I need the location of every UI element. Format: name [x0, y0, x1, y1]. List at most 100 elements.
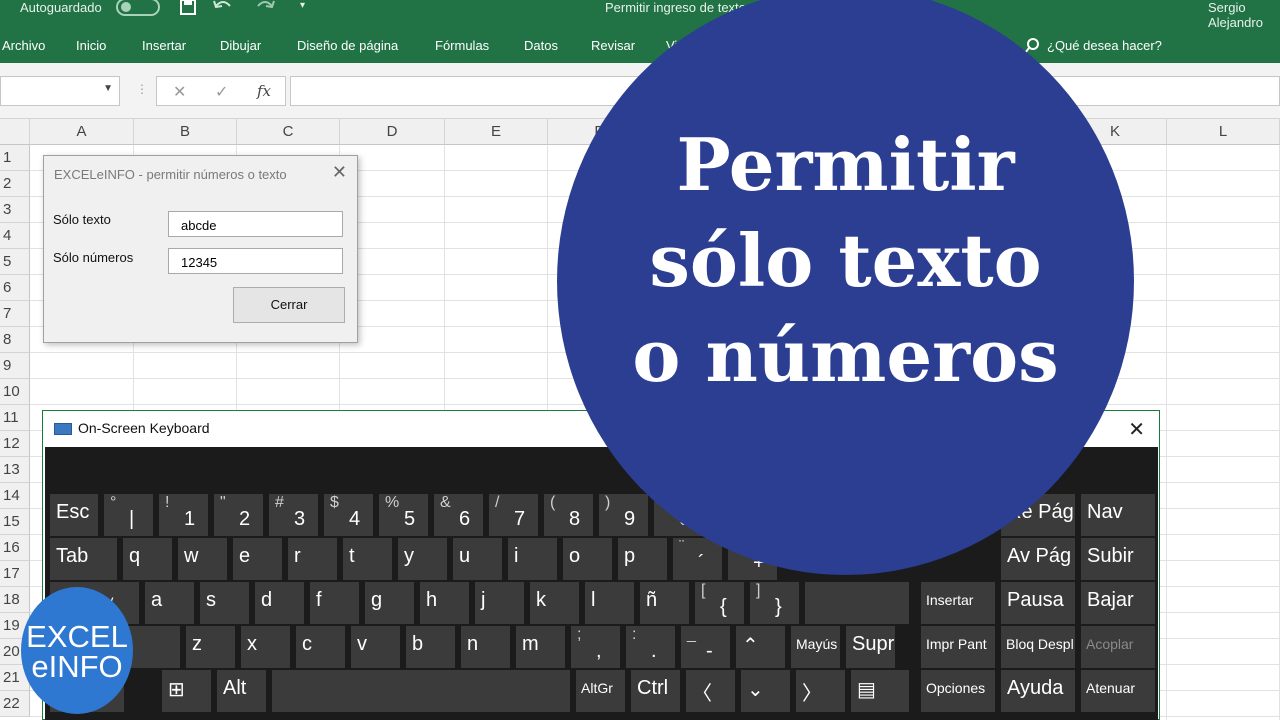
key-bajar[interactable]: Bajar: [1081, 582, 1155, 624]
key-alt[interactable]: Alt: [217, 670, 266, 712]
row-header-17[interactable]: 17: [0, 561, 30, 587]
key-symbol[interactable]: ;,: [571, 626, 620, 668]
tab-datos[interactable]: Datos: [524, 38, 558, 53]
key-esc[interactable]: Esc: [50, 494, 98, 536]
row-header-4[interactable]: 4: [0, 223, 30, 249]
tab-formulas[interactable]: Fórmulas: [435, 38, 489, 53]
tab-diseno-pagina[interactable]: Diseño de página: [297, 38, 398, 53]
user-name[interactable]: Sergio Alejandro: [1208, 0, 1280, 30]
key-av-pag[interactable]: Av Pág: [1001, 538, 1075, 580]
key-atenuar[interactable]: Atenuar: [1081, 670, 1155, 712]
row-header-15[interactable]: 15: [0, 509, 30, 535]
enter-icon[interactable]: ✓: [215, 82, 228, 102]
row-header-1[interactable]: 1: [0, 145, 30, 171]
key-acoplar[interactable]: Acoplar: [1081, 626, 1155, 668]
row-header-8[interactable]: 8: [0, 327, 30, 353]
key-k[interactable]: k: [530, 582, 579, 624]
column-header-a[interactable]: A: [30, 119, 134, 145]
key-x[interactable]: x: [241, 626, 290, 668]
tab-insertar[interactable]: Insertar: [142, 38, 186, 53]
key-z[interactable]: z: [186, 626, 235, 668]
numbers-only-input[interactable]: 12345: [168, 248, 343, 274]
chevron-down-icon[interactable]: ▼: [103, 83, 113, 94]
key-t[interactable]: t: [343, 538, 392, 580]
key-c[interactable]: c: [296, 626, 345, 668]
row-header-22[interactable]: 22: [0, 691, 30, 717]
key-subir[interactable]: Subir: [1081, 538, 1155, 580]
key-8[interactable]: (8: [544, 494, 593, 536]
key-b[interactable]: b: [406, 626, 455, 668]
key-ayuda[interactable]: Ayuda: [1001, 670, 1075, 712]
row-header-9[interactable]: 9: [0, 353, 30, 379]
row-header-7[interactable]: 7: [0, 301, 30, 327]
row-header-14[interactable]: 14: [0, 483, 30, 509]
key-space[interactable]: [272, 670, 570, 712]
column-header-c[interactable]: C: [237, 119, 340, 145]
key-n[interactable]: n: [461, 626, 510, 668]
row-header-2[interactable]: 2: [0, 171, 30, 197]
key-symbol[interactable]: ⌃: [736, 626, 785, 668]
key-q[interactable]: q: [123, 538, 172, 580]
undo-icon[interactable]: [212, 0, 234, 14]
key-9[interactable]: ) 9: [599, 494, 648, 536]
key-symbol[interactable]: ]}: [750, 582, 799, 624]
autosave-toggle[interactable]: [116, 0, 160, 16]
fx-icon[interactable]: fx: [257, 82, 271, 100]
key-f[interactable]: f: [310, 582, 359, 624]
key-enter[interactable]: [805, 582, 909, 624]
row-header-5[interactable]: 5: [0, 249, 30, 275]
key-g[interactable]: g: [365, 582, 414, 624]
redo-icon[interactable]: [254, 0, 276, 14]
key-2[interactable]: " 2: [214, 494, 263, 536]
key-l[interactable]: l: [585, 582, 634, 624]
key-y[interactable]: y: [398, 538, 447, 580]
key-insertar[interactable]: Insertar: [921, 582, 995, 624]
key-altgr[interactable]: AltGr: [576, 670, 625, 712]
row-header-12[interactable]: 12: [0, 431, 30, 457]
key-impr-pant[interactable]: Impr Pant: [921, 626, 995, 668]
dialog-close-icon[interactable]: ✕: [332, 162, 347, 183]
column-header-b[interactable]: B: [134, 119, 237, 145]
key-3[interactable]: #3: [269, 494, 318, 536]
key-tab[interactable]: Tab: [50, 538, 117, 580]
key-ctrl-right[interactable]: Ctrl: [631, 670, 680, 712]
row-header-10[interactable]: 10: [0, 379, 30, 405]
key-arrow-left[interactable]: 〈: [686, 670, 735, 712]
tell-me-box[interactable]: ¿Qué desea hacer?: [1047, 38, 1162, 53]
key-symbol[interactable]: _ -: [681, 626, 730, 668]
key-v[interactable]: v: [351, 626, 400, 668]
key-opciones[interactable]: Opciones: [921, 670, 995, 712]
key-ñ[interactable]: ñ: [640, 582, 689, 624]
row-header-11[interactable]: 11: [0, 405, 30, 431]
key-mayús[interactable]: Mayús: [791, 626, 840, 668]
tab-archivo[interactable]: Archivo: [2, 38, 45, 53]
row-header-16[interactable]: 16: [0, 535, 30, 561]
column-header-e[interactable]: E: [445, 119, 548, 145]
save-icon[interactable]: [180, 0, 196, 15]
row-header-3[interactable]: 3: [0, 197, 30, 223]
tab-dibujar[interactable]: Dibujar: [220, 38, 261, 53]
select-all-corner[interactable]: [0, 119, 30, 145]
key-p[interactable]: p: [618, 538, 667, 580]
row-header-13[interactable]: 13: [0, 457, 30, 483]
key-7[interactable]: /7: [489, 494, 538, 536]
key-arrow-right[interactable]: 〉: [796, 670, 845, 712]
key-a[interactable]: a: [145, 582, 194, 624]
key-r[interactable]: r: [288, 538, 337, 580]
qat-customize-icon[interactable]: ▾: [300, 0, 305, 11]
key-symbol[interactable]: :.: [626, 626, 675, 668]
key-menu[interactable]: ▤: [851, 670, 909, 712]
key-e[interactable]: e: [233, 538, 282, 580]
key-d[interactable]: d: [255, 582, 304, 624]
key-1[interactable]: ! 1: [159, 494, 208, 536]
cerrar-button[interactable]: Cerrar: [233, 287, 345, 323]
key-4[interactable]: $4: [324, 494, 373, 536]
key-h[interactable]: h: [420, 582, 469, 624]
cancel-icon[interactable]: ✕: [173, 82, 186, 102]
key-w[interactable]: w: [178, 538, 227, 580]
key-symbol[interactable]: ° |: [104, 494, 153, 536]
key-o[interactable]: o: [563, 538, 612, 580]
column-header-d[interactable]: D: [340, 119, 445, 145]
key-j[interactable]: j: [475, 582, 524, 624]
name-box[interactable]: ▼: [0, 76, 120, 106]
